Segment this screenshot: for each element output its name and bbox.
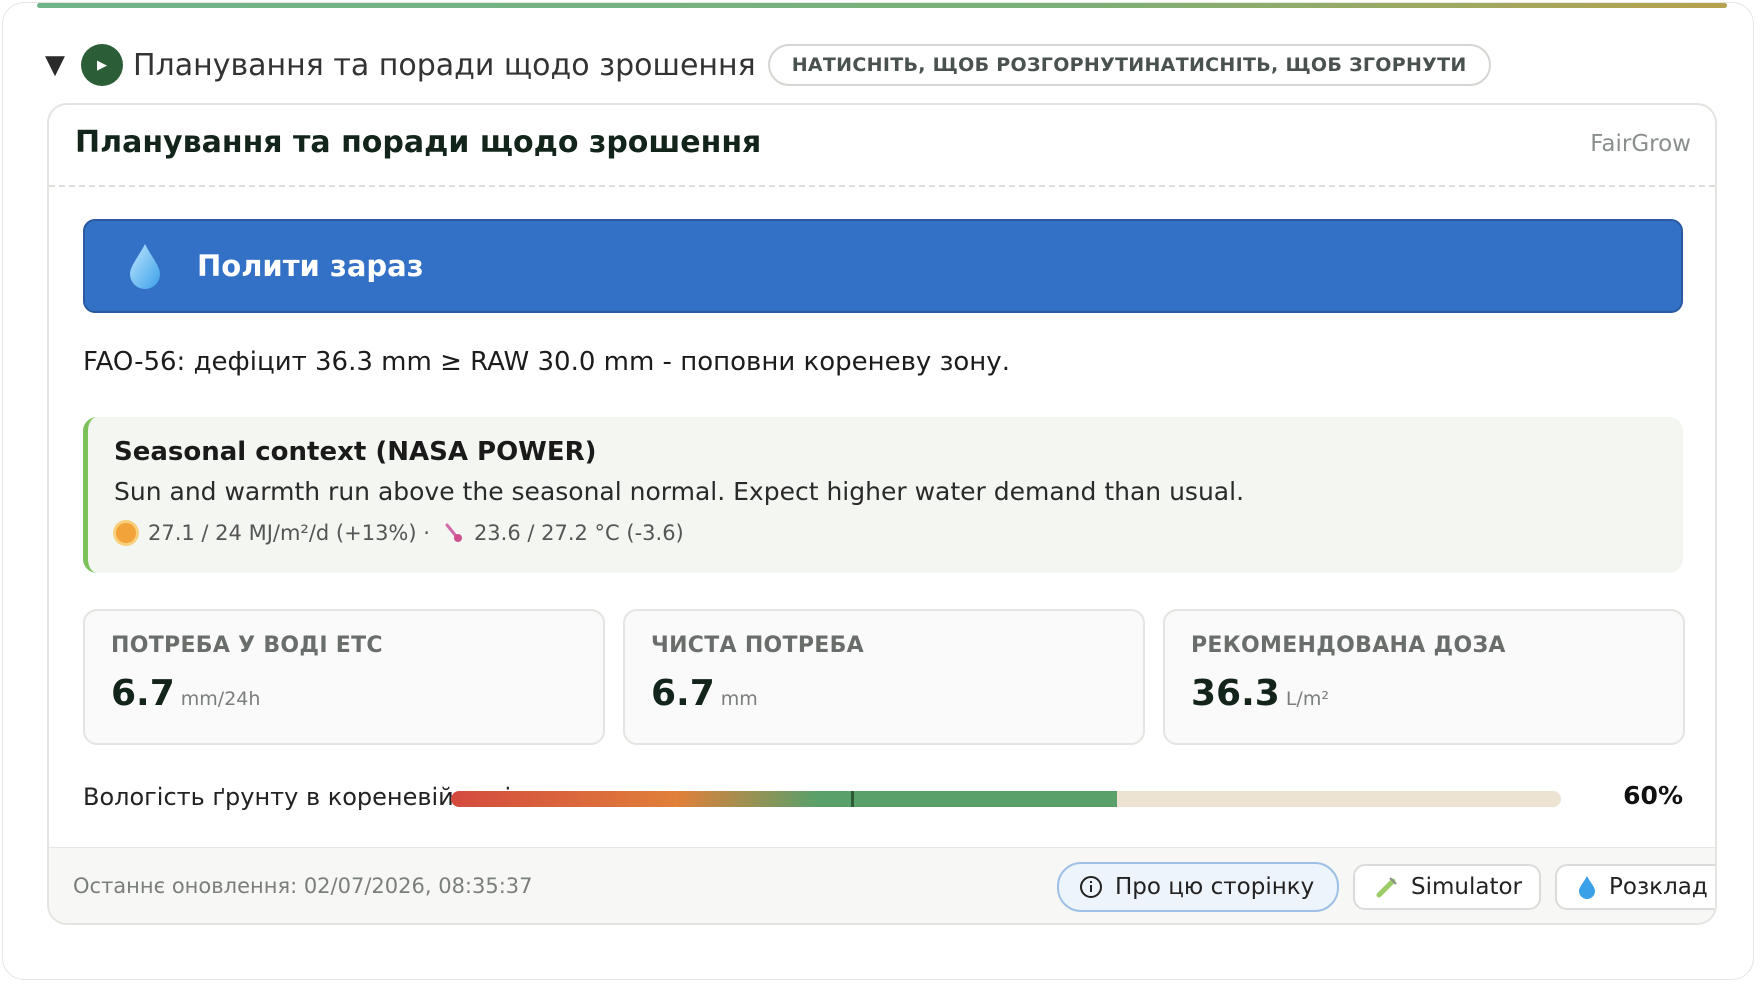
metric-value: 6.7 mm <box>651 673 758 714</box>
metric-label: ЧИСТА ПОТРЕБА <box>651 633 864 658</box>
moisture-bar-fill <box>451 791 1117 807</box>
moisture-label: Вологість ґрунту в кореневій зоні <box>83 783 512 811</box>
metric-value: 6.7 mm/24h <box>111 673 261 714</box>
metric-card-etc: ПОТРЕБА У ВОДІ ETC 6.7 mm/24h <box>83 609 605 745</box>
sun-icon <box>116 523 136 543</box>
schedule-label: Розклад <box>1609 874 1708 900</box>
metric-unit: L/m² <box>1285 688 1329 710</box>
temperature: 23.6 / 27.2 °C (-3.6) <box>473 521 684 545</box>
test-tube-icon <box>1375 875 1399 899</box>
solar-radiation: 27.1 / 24 MJ/m²/d (+13%) · <box>148 521 430 545</box>
water-drop-icon <box>1577 875 1597 899</box>
metric-label: ПОТРЕБА У ВОДІ ETC <box>111 633 383 658</box>
metric-card-net: ЧИСТА ПОТРЕБА 6.7 mm <box>623 609 1145 745</box>
card-header: Планування та поради щодо зрошення FairG… <box>49 105 1715 187</box>
seasonal-title: Seasonal context (NASA POWER) <box>114 437 597 467</box>
metrics-row: ПОТРЕБА У ВОДІ ETC 6.7 mm/24h ЧИСТА ПОТРЕ… <box>83 609 1685 745</box>
metric-unit: mm/24h <box>180 688 261 710</box>
moisture-threshold-marker <box>850 791 854 807</box>
thermometer-icon <box>445 523 462 542</box>
seasonal-meta: 27.1 / 24 MJ/m²/d (+13%) · 23.6 / 27.2 °… <box>116 521 684 545</box>
banner-label: Полити зараз <box>197 249 424 283</box>
metric-unit: mm <box>720 688 758 710</box>
soil-moisture: Вологість ґрунту в кореневій зоні 60% <box>83 779 1683 819</box>
metric-card-dose: РЕКОМЕНДОВАНА ДОЗА 36.3 L/m² <box>1163 609 1685 745</box>
play-icon: ▶ <box>81 44 123 86</box>
panel: ▼ ▶ Планування та поради щодо зрошення Н… <box>2 2 1754 980</box>
metric-label: РЕКОМЕНДОВАНА ДОЗА <box>1191 633 1506 658</box>
moisture-bar <box>451 791 1561 807</box>
summary-title: Планування та поради щодо зрошення <box>133 47 756 83</box>
fao-recommendation: FAO-56: дефіцит 36.3 mm ≥ RAW 30.0 mm - … <box>83 347 1010 377</box>
irrigation-card: Планування та поради щодо зрошення FairG… <box>47 103 1717 925</box>
water-drop-icon <box>130 244 160 289</box>
card-title: Планування та поради щодо зрошення <box>75 125 762 160</box>
brand-label: FairGrow <box>1590 131 1691 157</box>
schedule-button[interactable]: Розклад <box>1555 864 1715 910</box>
info-icon <box>1079 875 1103 899</box>
accent-line <box>37 3 1727 8</box>
simulator-button[interactable]: Simulator <box>1353 864 1541 910</box>
collapsible-summary[interactable]: ▼ ▶ Планування та поради щодо зрошення Н… <box>45 43 1491 87</box>
simulator-label: Simulator <box>1411 874 1523 900</box>
metric-value: 36.3 L/m² <box>1191 673 1329 714</box>
seasonal-text: Sun and warmth run above the seasonal no… <box>114 477 1245 506</box>
water-now-banner: Полити зараз <box>83 219 1683 313</box>
card-footer: Останнє оновлення: 02/07/2026, 08:35:37 … <box>49 847 1715 923</box>
moisture-percent: 60% <box>1623 781 1683 810</box>
toggle-hint-pill[interactable]: НАТИСНІТЬ, ЩОБ РОЗГОРНУТИНАТИСНІТЬ, ЩОБ … <box>767 44 1491 86</box>
about-page-button[interactable]: Про цю сторінку <box>1057 862 1339 912</box>
triangle-down-icon[interactable]: ▼ <box>45 50 81 80</box>
last-updated: Останнє оновлення: 02/07/2026, 08:35:37 <box>73 874 533 898</box>
about-label: Про цю сторінку <box>1115 874 1315 900</box>
seasonal-context: Seasonal context (NASA POWER) Sun and wa… <box>83 417 1683 573</box>
